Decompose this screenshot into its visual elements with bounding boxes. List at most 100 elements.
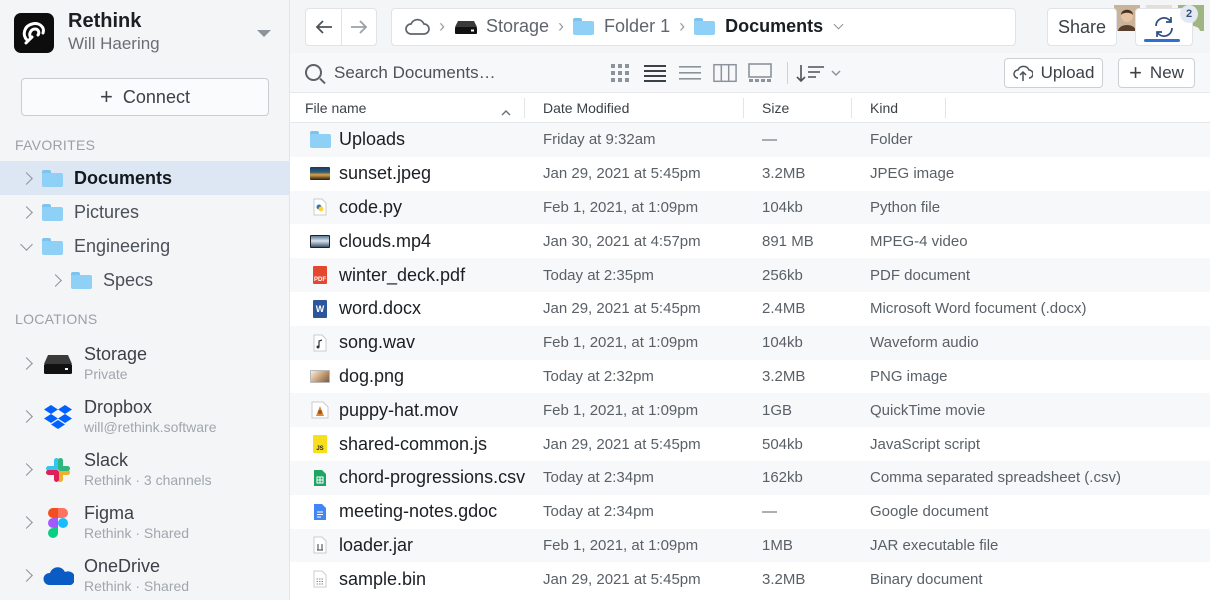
file-size: 2.4MB	[762, 300, 806, 318]
file-kind: Binary document	[870, 570, 983, 588]
table-header: File name Date Modified Size Kind	[290, 93, 1210, 123]
sidebar-item-specs[interactable]: Specs	[0, 263, 289, 297]
file-list: Uploads Friday at 9:32am — Folder sunset…	[290, 123, 1210, 596]
locations-list: Storage Private Dropbox will@rethink.sof…	[0, 337, 289, 600]
location-dropbox[interactable]: Dropbox will@rethink.software	[0, 390, 289, 443]
arrow-left-icon	[315, 19, 332, 34]
audio-file-icon	[310, 332, 330, 354]
file-size: 256kb	[762, 266, 803, 284]
binary-file-icon	[310, 568, 330, 590]
table-row[interactable]: clouds.mp4 Jan 30, 2021 at 4:57pm 891 MB…	[290, 224, 1210, 258]
file-name: dog.png	[339, 365, 405, 386]
breadcrumb-storage[interactable]: Storage	[486, 16, 549, 37]
grid-view-icon[interactable]	[608, 62, 632, 84]
location-onedrive[interactable]: OneDrive Rethink · Shared	[0, 549, 289, 600]
table-row[interactable]: code.py Feb 1, 2021, at 1:09pm 104kb Pyt…	[290, 190, 1210, 225]
cloud-icon[interactable]	[404, 18, 430, 36]
table-row[interactable]: puppy-hat.mov Feb 1, 2021, at 1:09pm 1GB…	[290, 393, 1210, 428]
column-divider[interactable]	[524, 98, 525, 118]
video-icon	[310, 230, 330, 252]
file-date: Today at 2:35pm	[543, 266, 654, 284]
file-kind: JPEG image	[870, 165, 955, 183]
share-button[interactable]: Share	[1047, 8, 1117, 46]
sidebar: Rethink Will Haering + Connect FAVORITES…	[0, 0, 290, 600]
table-row[interactable]: W word.docx Jan 29, 2021 at 5:45pm 2.4MB…	[290, 292, 1210, 326]
file-name: Uploads	[339, 129, 406, 150]
chevron-right-icon[interactable]	[19, 357, 33, 370]
columns-view-icon[interactable]	[713, 62, 737, 84]
list-view-icon[interactable]	[643, 62, 667, 84]
table-row[interactable]: meeting-notes.gdoc Today at 2:34pm — Goo…	[290, 495, 1210, 529]
sidebar-item-label: Documents	[74, 167, 173, 188]
search-input[interactable]: Search Documents…	[305, 63, 496, 83]
folder-icon	[573, 18, 595, 35]
sync-icon	[1155, 17, 1173, 37]
forward-button[interactable]	[341, 8, 376, 45]
column-header-date[interactable]: Date Modified	[543, 100, 629, 116]
table-row[interactable]: Uploads Friday at 9:32am — Folder	[290, 123, 1210, 157]
compact-list-view-icon[interactable]	[678, 62, 702, 84]
sort-icon[interactable]	[796, 62, 842, 84]
table-row[interactable]: song.wav Feb 1, 2021, at 1:09pm 104kb Wa…	[290, 325, 1210, 360]
table-row[interactable]: PDF winter_deck.pdf Today at 2:35pm 256k…	[290, 258, 1210, 292]
file-kind: Waveform audio	[870, 334, 979, 352]
sync-button[interactable]: 2	[1135, 5, 1198, 46]
chevron-right-icon[interactable]	[19, 569, 33, 582]
sidebar-item-engineering[interactable]: Engineering	[0, 229, 289, 263]
account-switcher[interactable]: Rethink Will Haering	[0, 0, 289, 66]
table-row[interactable]: dog.png Today at 2:32pm 3.2MB PNG image	[290, 360, 1210, 394]
sidebar-item-pictures[interactable]: Pictures	[0, 195, 289, 229]
gallery-view-icon[interactable]	[748, 62, 772, 84]
chevron-right-icon[interactable]	[19, 410, 33, 423]
sidebar-item-documents[interactable]: Documents	[0, 161, 289, 195]
chevron-right-icon[interactable]	[19, 516, 33, 529]
pdf-icon: PDF	[310, 264, 330, 286]
column-divider[interactable]	[851, 98, 852, 118]
upload-label: Upload	[1040, 63, 1095, 82]
breadcrumb-folder-1[interactable]: Folder 1	[604, 16, 670, 37]
location-storage[interactable]: Storage Private	[0, 337, 289, 390]
new-button[interactable]: + New	[1118, 58, 1195, 88]
app-name: Rethink	[68, 10, 142, 32]
table-row[interactable]: chord-progressions.csv Today at 2:34pm 1…	[290, 460, 1210, 495]
column-header-name[interactable]: File name	[305, 100, 366, 116]
search-icon	[305, 64, 322, 81]
column-header-size[interactable]: Size	[762, 100, 789, 116]
file-kind: Google document	[870, 503, 989, 521]
chevron-right-icon[interactable]	[19, 171, 33, 185]
gdoc-icon	[310, 501, 330, 523]
chevron-right-icon[interactable]	[19, 463, 33, 476]
chevron-down-icon[interactable]	[833, 19, 844, 30]
file-size: 3.2MB	[762, 165, 806, 183]
plus-icon: +	[100, 84, 113, 109]
file-kind: MPEG-4 video	[870, 232, 968, 250]
chevron-down-icon[interactable]	[19, 237, 33, 251]
breadcrumb-documents[interactable]: Documents	[725, 16, 823, 37]
file-date: Today at 2:34pm	[543, 503, 654, 521]
file-name: sunset.jpeg	[339, 163, 432, 184]
connect-button[interactable]: + Connect	[21, 78, 269, 116]
folder-icon	[71, 271, 92, 289]
file-date: Feb 1, 2021, at 1:09pm	[543, 334, 699, 352]
location-slack[interactable]: Slack Rethink · 3 channels	[0, 443, 289, 496]
caret-down-icon[interactable]	[257, 30, 271, 37]
location-subtitle: Rethink · 3 channels	[84, 472, 212, 488]
table-row[interactable]: sample.bin Jan 29, 2021 at 5:45pm 3.2MB …	[290, 562, 1210, 596]
sort-ascending-icon[interactable]	[501, 103, 511, 119]
chevron-right-icon[interactable]	[19, 205, 33, 219]
chevron-right-icon[interactable]	[48, 273, 62, 287]
location-figma[interactable]: Figma Rethink · Shared	[0, 496, 289, 549]
upload-button[interactable]: Upload	[1004, 58, 1103, 88]
sheet-icon	[310, 467, 330, 489]
table-row[interactable]: sunset.jpeg Jan 29, 2021 at 5:45pm 3.2MB…	[290, 157, 1210, 191]
file-date: Jan 29, 2021 at 5:45pm	[543, 570, 701, 588]
table-row[interactable]: JS shared-common.js Jan 29, 2021 at 5:45…	[290, 427, 1210, 461]
back-button[interactable]	[306, 9, 341, 45]
sidebar-item-label: Specs	[103, 269, 154, 290]
column-divider[interactable]	[945, 98, 946, 118]
file-date: Feb 1, 2021, at 1:09pm	[543, 401, 699, 419]
column-header-kind[interactable]: Kind	[870, 100, 898, 116]
column-divider[interactable]	[743, 98, 744, 118]
table-row[interactable]: loader.jar Feb 1, 2021, at 1:09pm 1MB JA…	[290, 528, 1210, 563]
file-size: 3.2MB	[762, 570, 806, 588]
